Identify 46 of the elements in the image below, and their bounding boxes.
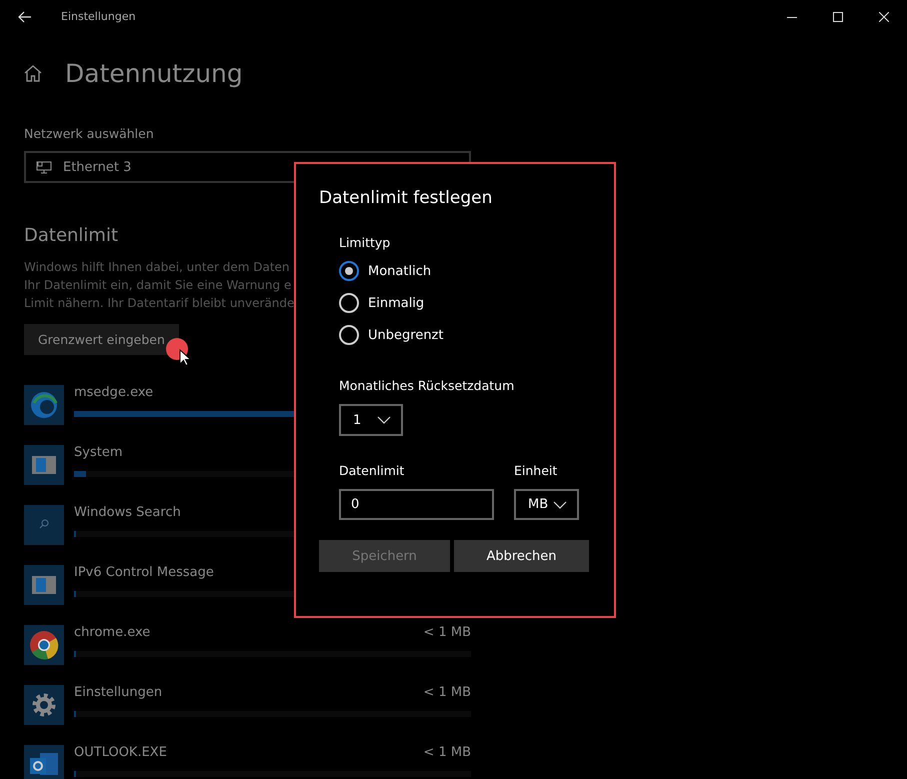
field-label: Monatliches Rücksetzdatum (339, 378, 516, 393)
usage-text: < 1 MB (423, 745, 471, 760)
dialog-title: Datenlimit festlegen (319, 188, 494, 208)
monitor-icon (36, 160, 52, 174)
limit-input[interactable]: 0 (339, 489, 494, 520)
app-name: Einstellungen (74, 685, 162, 700)
app-name: chrome.exe (74, 625, 150, 640)
app-name: IPv6 Control Message (74, 565, 214, 580)
description-text: Limit nähern. Ihr Datentarif bleibt unverände (24, 295, 294, 312)
app-icon (24, 565, 64, 605)
app-name: OUTLOOK.EXE (74, 745, 167, 760)
unit-dropdown[interactable]: MB (514, 489, 579, 520)
radio-button[interactable] (339, 261, 359, 281)
app-icon (24, 745, 64, 779)
section-heading: Datenlimit (24, 225, 118, 246)
window-title: Einstellungen (61, 10, 136, 23)
usage-text: < 1 MB (423, 685, 471, 700)
app-icon (24, 385, 64, 425)
app-name: Windows Search (74, 505, 181, 520)
home-icon[interactable] (24, 64, 42, 82)
description-text: Ihr Datenlimit ein, damit Sie eine Warnung e (24, 277, 292, 294)
page-title: Datennutzung (65, 58, 243, 88)
radio-button[interactable] (339, 325, 359, 345)
cursor-icon (166, 338, 192, 368)
app-name: System (74, 445, 122, 460)
app-icon (24, 625, 64, 665)
radio-label[interactable]: Monatlich (368, 264, 432, 278)
usage-text: < 1 MB (423, 625, 471, 640)
app-name: msedge.exe (74, 385, 154, 400)
radio-label[interactable]: Einmalig (368, 296, 424, 310)
dialog-button[interactable]: Abbrechen (454, 540, 589, 572)
field-label: Einheit (514, 463, 558, 478)
app-icon (24, 445, 64, 485)
chevron-icon (553, 500, 567, 508)
radio-label[interactable]: Unbegrenzt (368, 328, 444, 342)
field-label: Limittyp (339, 235, 392, 250)
set-limit-button[interactable]: Grenzwert eingeben (24, 324, 179, 355)
field-label: Datenlimit (339, 463, 406, 478)
date-dropdown[interactable]: 1 (339, 404, 403, 436)
search-icon (24, 505, 64, 545)
field-label: Netzwerk auswählen (24, 126, 155, 141)
description-text: Windows hilft Ihnen dabei, unter dem Daten (24, 259, 290, 276)
chevron-icon (377, 416, 391, 424)
gear-icon (24, 685, 64, 725)
back-arrow-icon[interactable] (18, 10, 32, 22)
radio-button[interactable] (339, 293, 359, 313)
